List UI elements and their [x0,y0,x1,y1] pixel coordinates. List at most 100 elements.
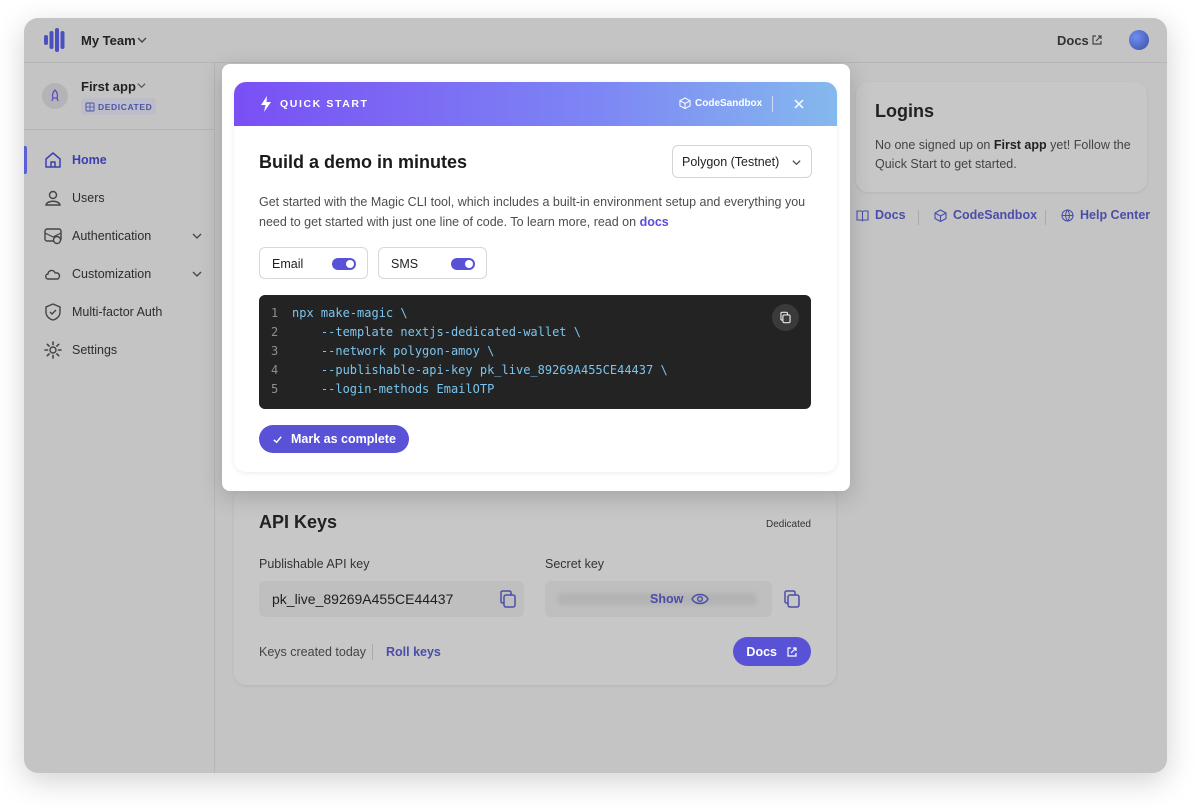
grid-icon [85,102,95,111]
copy-icon[interactable] [782,589,802,609]
logins-title: Logins [875,101,934,121]
docs-resource-label: Docs [875,208,906,222]
code-line: 4 --publishable-api-key pk_live_89269A45… [271,363,668,382]
authentication-icon [44,228,62,245]
api-docs-button[interactable]: Docs [733,637,811,666]
app-avatar [42,83,68,109]
network-select-value: Polygon (Testnet) [682,155,780,169]
roll-keys-button[interactable]: Roll keys [386,645,441,659]
copy-icon[interactable] [498,589,518,609]
codesandbox-header-link[interactable]: CodeSandbox [679,97,762,109]
sidebar-item-home[interactable]: Home [24,141,215,179]
network-select[interactable]: Polygon (Testnet) [672,145,812,178]
modal-description-text: Get started with the Magic CLI tool, whi… [259,195,806,229]
sidebar-item-customization[interactable]: Customization [24,255,215,293]
cube-icon [934,208,947,222]
sidebar: First app DEDICATED Home Users Authentic… [24,63,215,773]
divider [372,644,373,660]
code-text: --publishable-api-key pk_live_89269A455C… [292,363,668,377]
gear-icon [44,341,62,359]
divider [918,210,919,225]
home-icon [45,152,61,168]
shield-icon [45,303,61,321]
codesandbox-label: CodeSandbox [953,208,1038,222]
line-number: 2 [271,325,279,339]
modal-description: Get started with the Magic CLI tool, whi… [259,193,819,232]
user-icon [45,190,61,206]
codesandbox-header-label: CodeSandbox [695,97,763,109]
close-icon[interactable] [791,96,807,112]
secret-key-label: Secret key [545,557,605,571]
email-toggle-label: Email [272,257,304,271]
check-icon [273,435,282,443]
sidebar-item-label: Home [72,153,107,167]
magic-logo-icon[interactable] [43,28,67,52]
publishable-key-label: Publishable API key [259,557,370,571]
modal-title: Build a demo in minutes [259,152,468,172]
line-number: 1 [271,306,279,320]
api-keys-tier: Dedicated [765,519,811,530]
globe-icon [1061,208,1074,222]
code-text: --template nextjs-dedicated-wallet \ [292,325,581,339]
divider [1045,210,1046,225]
code-text: --login-methods EmailOTP [292,382,495,396]
help-center-label: Help Center [1080,208,1151,222]
app-window: My Team Docs First app DEDICATED Home Us… [24,18,1167,773]
mark-complete-label: Mark as complete [291,432,396,446]
chevron-down-icon[interactable] [191,268,203,280]
team-name[interactable]: My Team [81,33,136,48]
docs-resource-link[interactable]: Docs [856,208,906,222]
sidebar-nav: Home Users Authentication Customization … [24,141,215,369]
eye-icon [691,593,710,605]
dedicated-badge: DEDICATED [81,98,157,115]
quick-start-label: QUICK START [280,98,369,110]
app-switcher[interactable]: First app DEDICATED [24,63,215,130]
quick-start-modal: QUICK START CodeSandbox Build a demo in … [222,64,850,491]
copy-code-button[interactable] [772,304,799,331]
chevron-down-icon[interactable] [136,34,148,46]
divider [772,96,773,112]
sms-toggle-label: SMS [391,257,419,271]
chevron-down-icon[interactable] [136,80,147,91]
logins-app-name: First app [993,138,1047,152]
code-line: 3 --network polygon-amoy \ [271,344,494,363]
cloud-icon [45,269,61,280]
logins-card: Logins No one signed up on First app yet… [856,82,1147,192]
help-center-link[interactable]: Help Center [1061,208,1150,222]
chevron-down-icon[interactable] [191,230,203,242]
app-name[interactable]: First app [81,79,136,94]
logins-text-start: No one signed up on [875,138,994,152]
resource-links: Docs CodeSandbox Help Center [856,208,1167,228]
publishable-key-value[interactable]: pk_live_89269A455CE44437 [272,591,453,607]
book-icon [856,209,869,221]
email-toggle[interactable] [332,258,356,270]
mark-complete-button[interactable]: Mark as complete [259,425,409,453]
sidebar-item-users[interactable]: Users [24,179,215,217]
line-number: 4 [271,363,279,377]
docs-link[interactable]: Docs [1057,33,1089,48]
quick-start-panel: QUICK START CodeSandbox Build a demo in … [234,82,837,472]
user-avatar[interactable] [1129,30,1149,50]
code-line: 1 npx make-magic \ [271,306,408,325]
external-link-icon [787,646,797,657]
top-bar: My Team Docs [24,18,1167,63]
copy-icon [780,311,791,324]
show-secret-button[interactable]: Show [650,592,710,606]
code-line: 5 --login-methods EmailOTP [271,382,494,401]
external-link-icon[interactable] [1091,34,1103,46]
publishable-key-field[interactable]: pk_live_89269A455CE44437 [259,581,524,617]
logins-message: No one signed up on First app yet! Follo… [875,136,1135,174]
sidebar-item-settings[interactable]: Settings [24,331,215,369]
keys-created-text: Keys created today [259,645,367,659]
sms-toggle-box: SMS [378,247,487,279]
badge-label: DEDICATED [98,101,153,112]
sms-toggle[interactable] [451,258,475,270]
sidebar-item-mfa[interactable]: Multi-factor Auth [24,293,215,331]
code-text: npx make-magic \ [292,306,408,320]
codesandbox-link[interactable]: CodeSandbox [934,208,1037,222]
sidebar-item-authentication[interactable]: Authentication [24,217,215,255]
modal-header: QUICK START CodeSandbox [234,82,837,126]
line-number: 3 [271,344,279,358]
docs-inline-link[interactable]: docs [640,215,669,229]
secret-key-field: Show [545,581,772,617]
